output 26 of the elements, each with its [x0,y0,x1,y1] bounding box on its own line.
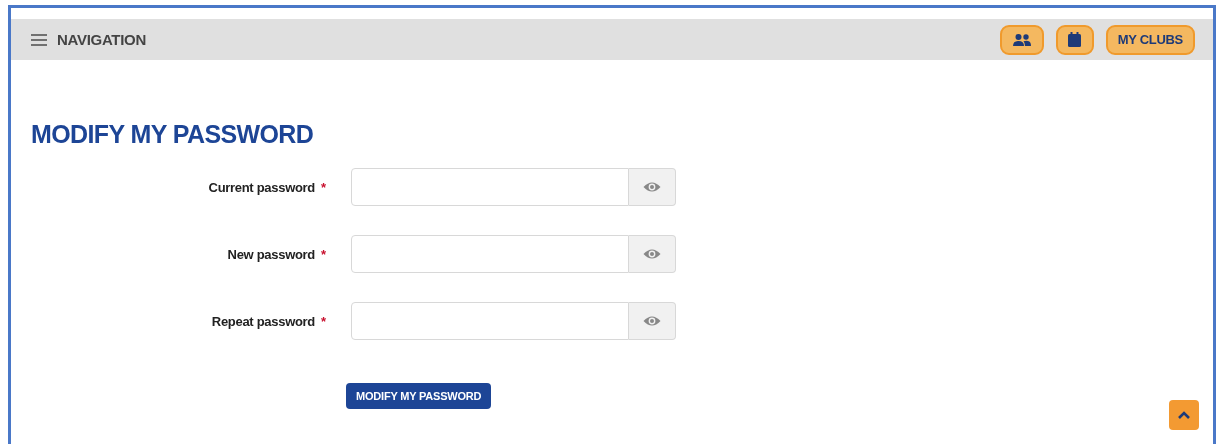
show-password-button[interactable] [629,235,676,273]
required-mark: * [321,179,327,195]
field-label: Current password [207,179,315,195]
page-title: MODIFY MY PASSWORD [31,120,315,149]
password-field[interactable] [351,168,629,206]
people-button[interactable] [999,24,1044,55]
field-label: New password [226,246,315,262]
eye-icon [643,181,661,193]
submit-button[interactable]: MODIFY MY PASSWORD [346,383,492,409]
required-mark: * [321,313,327,329]
password-field[interactable] [351,235,629,273]
calendar-button[interactable] [1055,24,1094,55]
eye-icon [643,315,661,327]
field-label: Repeat password [210,313,315,329]
my-clubs-button[interactable]: MY CLUBS [1105,24,1195,55]
show-password-button[interactable] [629,302,676,340]
navigation-toggle[interactable]: NAVIGATION [31,31,146,48]
show-password-button[interactable] [629,168,676,206]
menu-icon [31,33,47,46]
scroll-top-button[interactable] [1169,400,1199,430]
calendar-icon [1068,32,1082,47]
password-field[interactable] [351,302,629,340]
required-mark: * [321,246,327,262]
people-icon [1012,33,1031,46]
eye-icon [643,248,661,260]
caret-up-icon [1178,411,1190,419]
